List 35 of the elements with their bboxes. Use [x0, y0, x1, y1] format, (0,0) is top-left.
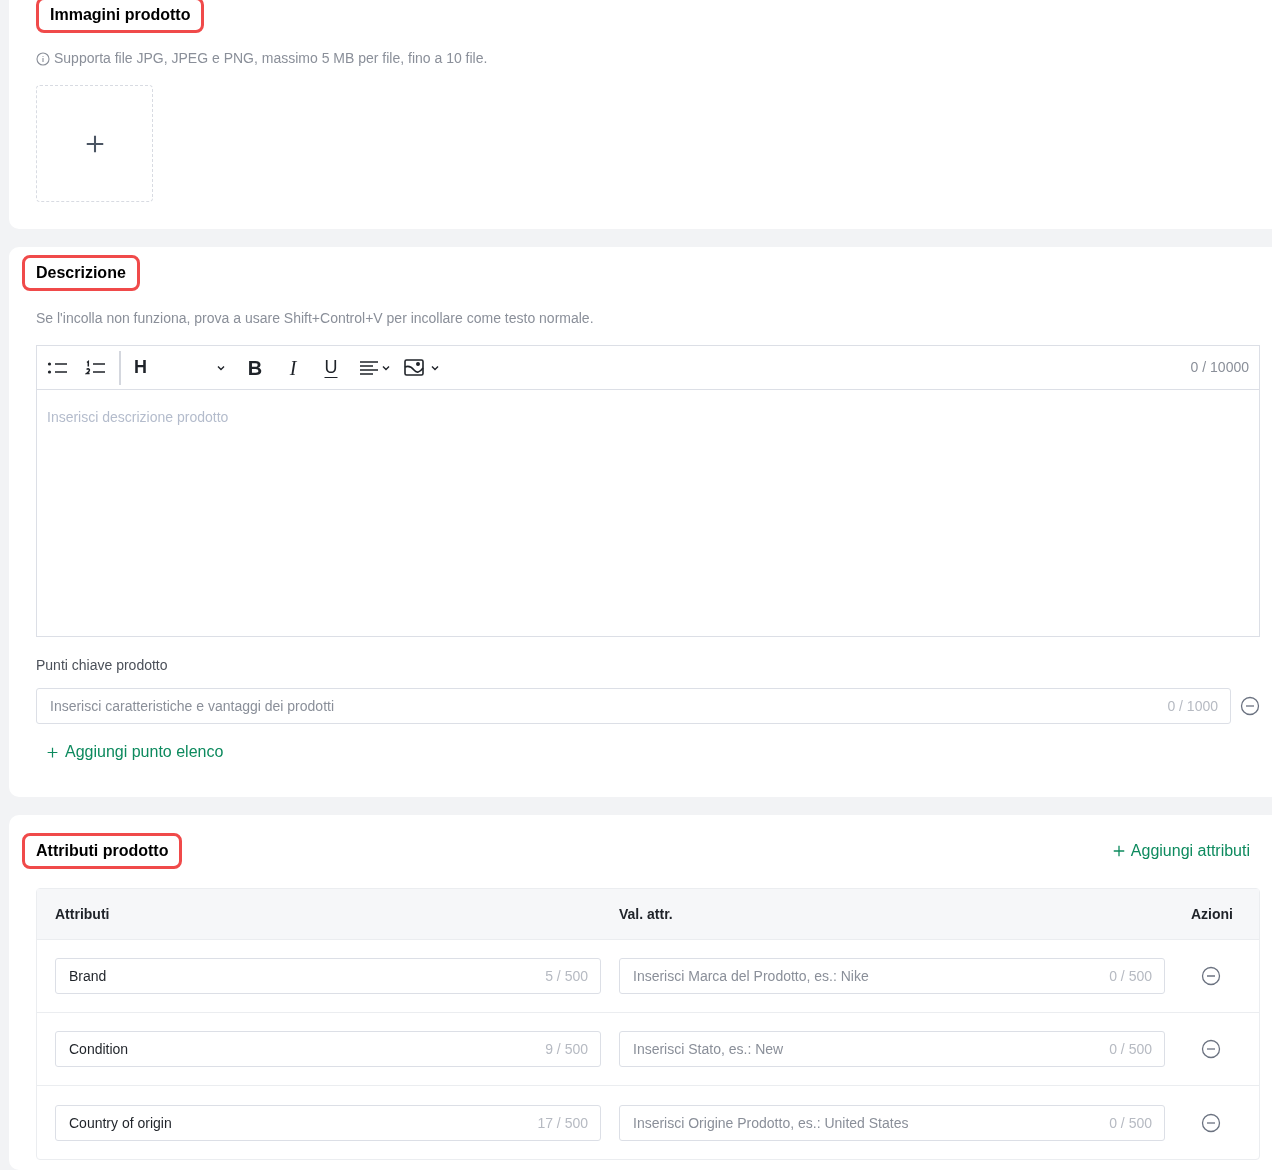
character-counter: 17 / 500 [537, 1113, 588, 1132]
bold-button[interactable]: B [246, 352, 264, 383]
character-counter: 9 / 500 [545, 1040, 588, 1058]
section-title: Descrizione [22, 255, 140, 291]
character-counter: 5 / 500 [545, 967, 588, 985]
plus-icon [46, 745, 59, 759]
character-counter: 0 / 10000 [1190, 358, 1249, 377]
heading-dropdown[interactable]: H [134, 354, 226, 381]
character-counter: 0 / 500 [1109, 1040, 1152, 1058]
bulleted-list-icon[interactable] [47, 359, 69, 376]
align-left-icon[interactable] [360, 359, 392, 376]
character-counter: 0 / 1000 [1167, 697, 1218, 715]
paste-hint: Se l'incolla non funziona, prova a usare Shift+Control+V per incollare come testo normale. [36, 309, 595, 328]
character-counter: 0 / 500 [1109, 1113, 1152, 1132]
plus-icon [1111, 844, 1126, 858]
field-label: Punti chiave prodotto [36, 656, 169, 675]
add-bullet-link[interactable]: Aggiungi punto elenco [46, 740, 224, 764]
remove-button[interactable] [1201, 966, 1221, 986]
add-attributes-link[interactable]: Aggiungi attributi [1111, 839, 1250, 863]
section-title: Immagini prodotto [36, 0, 205, 33]
rich-text-editor[interactable]: H B I U 0 / 10000 Inserisci descrizione prodotto [36, 345, 1260, 637]
column-header: Azioni [1190, 904, 1234, 924]
character-counter: 0 / 500 [1109, 967, 1152, 985]
placeholder-text: Inserisci descrizione prodotto [46, 408, 230, 427]
remove-button[interactable] [1240, 696, 1260, 716]
upload-hint: Supporta file JPG, JPEG e PNG, massimo 5 MB per file, fino a 10 file. [54, 49, 488, 68]
italic-button[interactable]: I [284, 352, 302, 383]
underline-button[interactable]: U [322, 354, 340, 381]
column-header: Val. attr. [619, 904, 674, 924]
section-title: Attributi prodotto [22, 833, 183, 869]
remove-button[interactable] [1201, 1039, 1221, 1059]
numbered-list-icon[interactable] [85, 359, 107, 376]
remove-button[interactable] [1201, 1112, 1221, 1133]
info-icon [36, 51, 50, 66]
column-header: Attributi [55, 904, 111, 924]
